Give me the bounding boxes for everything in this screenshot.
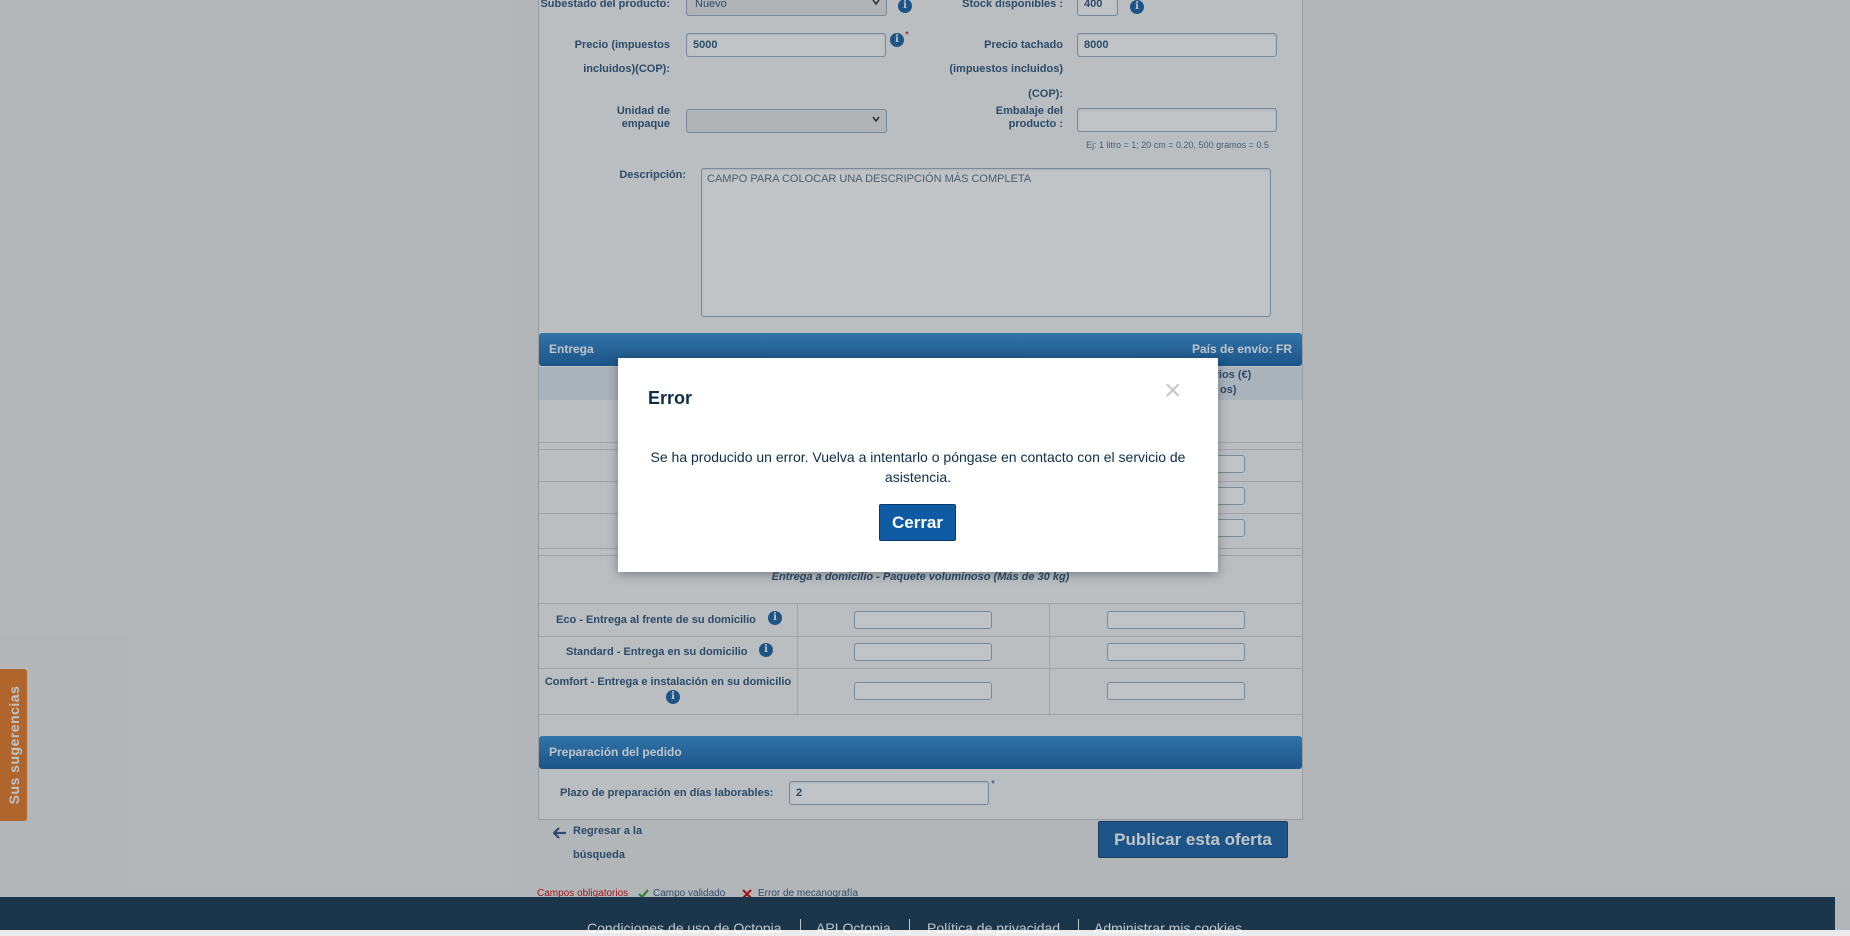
close-icon[interactable]: × [1164,376,1182,406]
modal-title: Error [648,388,693,408]
close-button[interactable]: Cerrar [879,504,956,541]
modal-message: Se ha producido un error. Vuelva a inten… [650,449,1186,485]
error-modal: Error × Se ha producido un error. Vuelva… [618,358,1218,572]
